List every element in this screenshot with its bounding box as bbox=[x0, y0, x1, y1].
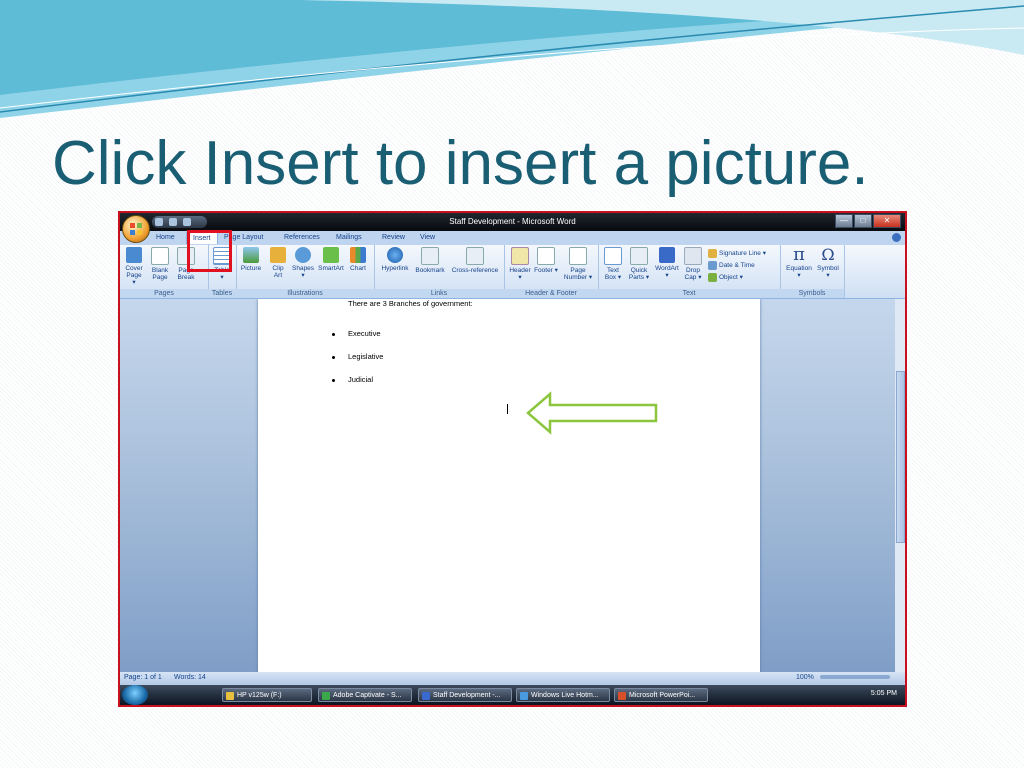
ribbon: Cover Page ▾ Blank Page Page Break Pages… bbox=[120, 245, 905, 299]
insert-tab-highlight bbox=[187, 230, 232, 272]
green-arrow-icon bbox=[526, 391, 658, 435]
hyperlink-button[interactable]: Hyperlink bbox=[380, 247, 410, 272]
scroll-thumb[interactable] bbox=[896, 371, 905, 543]
text-box-button[interactable]: Text Box ▾ bbox=[602, 247, 624, 281]
footer-button[interactable]: Footer ▾ bbox=[534, 247, 558, 274]
illustrations-group-label: Illustrations bbox=[236, 289, 374, 298]
bullet-legislative: Legislative bbox=[348, 352, 384, 361]
links-group-label: Links bbox=[374, 289, 504, 298]
zoom-slider[interactable] bbox=[820, 675, 890, 679]
document-page[interactable]: There are 3 Branches of government: Exec… bbox=[258, 299, 760, 672]
bullet-dot bbox=[332, 379, 335, 382]
tab-home[interactable]: Home bbox=[156, 234, 175, 241]
cross-reference-button[interactable]: Cross-reference bbox=[450, 247, 500, 274]
ribbon-tabs: Home Insert Page Layout References Maili… bbox=[120, 231, 905, 245]
taskbar-item-powerpoint[interactable]: Microsoft PowerPoi... bbox=[614, 688, 708, 702]
pages-group-label: Pages bbox=[120, 289, 208, 298]
drop-cap-button[interactable]: Drop Cap ▾ bbox=[682, 247, 704, 281]
status-bar: Page: 1 of 1 Words: 14 100% bbox=[120, 672, 905, 685]
bullet-executive: Executive bbox=[348, 329, 381, 338]
group-header-footer: Header ▾ Footer ▾ Page Number ▾ Header &… bbox=[504, 245, 599, 298]
cover-page-button[interactable]: Cover Page ▾ bbox=[124, 247, 144, 286]
shapes-button[interactable]: Shapes ▾ bbox=[292, 247, 314, 279]
maximize-button[interactable]: □ bbox=[854, 214, 872, 228]
equation-button[interactable]: π Equation ▾ bbox=[784, 244, 814, 280]
group-links: Hyperlink Bookmark Cross-reference Links bbox=[374, 245, 505, 298]
header-footer-group-label: Header & Footer bbox=[504, 289, 598, 298]
blank-page-button[interactable]: Blank Page bbox=[150, 247, 170, 281]
group-symbols: π Equation ▾ Ω Symbol ▾ Symbols bbox=[780, 245, 845, 298]
bullet-dot bbox=[332, 356, 335, 359]
taskbar-item-hotmail[interactable]: Windows Live Hotm... bbox=[516, 688, 610, 702]
header-button[interactable]: Header ▾ bbox=[508, 247, 532, 281]
tab-review[interactable]: Review bbox=[382, 234, 405, 241]
intro-text: There are 3 Branches of government: bbox=[348, 299, 473, 308]
quick-parts-button[interactable]: Quick Parts ▾ bbox=[628, 247, 650, 281]
taskbar-item-captivate[interactable]: Adobe Captivate - S... bbox=[318, 688, 412, 702]
group-text: Text Box ▾ Quick Parts ▾ WordArt ▾ Drop … bbox=[598, 245, 781, 298]
page-count[interactable]: Page: 1 of 1 bbox=[124, 674, 162, 681]
taskbar-item-word[interactable]: Staff Development -... bbox=[418, 688, 512, 702]
title-bar: Staff Development - Microsoft Word — □ ✕ bbox=[120, 213, 905, 231]
slide-title: Click Insert to insert a picture. bbox=[52, 129, 869, 198]
document-area: There are 3 Branches of government: Exec… bbox=[120, 299, 895, 672]
bullet-judicial: Judicial bbox=[348, 375, 374, 384]
tab-view[interactable]: View bbox=[420, 234, 435, 241]
tables-group-label: Tables bbox=[208, 289, 236, 298]
symbol-button[interactable]: Ω Symbol ▾ bbox=[816, 245, 840, 280]
text-cursor bbox=[507, 404, 508, 414]
picture-button[interactable]: Picture bbox=[240, 247, 262, 272]
smartart-button[interactable]: SmartArt bbox=[318, 247, 344, 272]
clock[interactable]: 5:05 PM bbox=[871, 690, 897, 697]
word-screenshot: Staff Development - Microsoft Word — □ ✕… bbox=[118, 211, 907, 707]
signature-line-button[interactable]: Signature Line ▾ bbox=[708, 249, 766, 258]
window-title: Staff Development - Microsoft Word bbox=[449, 217, 576, 226]
vertical-scrollbar[interactable] bbox=[895, 299, 905, 672]
tab-references[interactable]: References bbox=[284, 234, 320, 241]
bullet-dot bbox=[332, 333, 335, 336]
help-icon[interactable] bbox=[892, 233, 901, 242]
header-swoosh bbox=[0, 0, 1024, 118]
pi-icon: π bbox=[793, 244, 805, 265]
text-group-label: Text bbox=[598, 289, 780, 298]
object-button[interactable]: Object ▾ bbox=[708, 273, 743, 282]
chart-button[interactable]: Chart bbox=[348, 247, 368, 272]
close-button[interactable]: ✕ bbox=[873, 214, 901, 228]
start-button-icon[interactable] bbox=[122, 685, 148, 705]
picture-icon bbox=[243, 247, 259, 263]
word-count[interactable]: Words: 14 bbox=[174, 674, 206, 681]
wordart-button[interactable]: WordArt ▾ bbox=[654, 247, 680, 279]
taskbar: HP v125w (F:) Adobe Captivate - S... Sta… bbox=[120, 685, 905, 705]
group-illustrations: Picture Clip Art Shapes ▾ SmartArt Chart… bbox=[236, 245, 375, 298]
tab-mailings[interactable]: Mailings bbox=[336, 234, 362, 241]
taskbar-item-hp[interactable]: HP v125w (F:) bbox=[222, 688, 312, 702]
minimize-button[interactable]: — bbox=[835, 214, 853, 228]
date-time-button[interactable]: Date & Time bbox=[708, 261, 755, 270]
omega-icon: Ω bbox=[821, 245, 835, 264]
zoom-level[interactable]: 100% bbox=[796, 674, 814, 681]
clip-art-button[interactable]: Clip Art bbox=[268, 247, 288, 279]
office-button-icon[interactable] bbox=[122, 215, 150, 243]
bookmark-button[interactable]: Bookmark bbox=[414, 247, 446, 274]
symbols-group-label: Symbols bbox=[780, 289, 844, 298]
page-number-button[interactable]: Page Number ▾ bbox=[562, 247, 594, 281]
